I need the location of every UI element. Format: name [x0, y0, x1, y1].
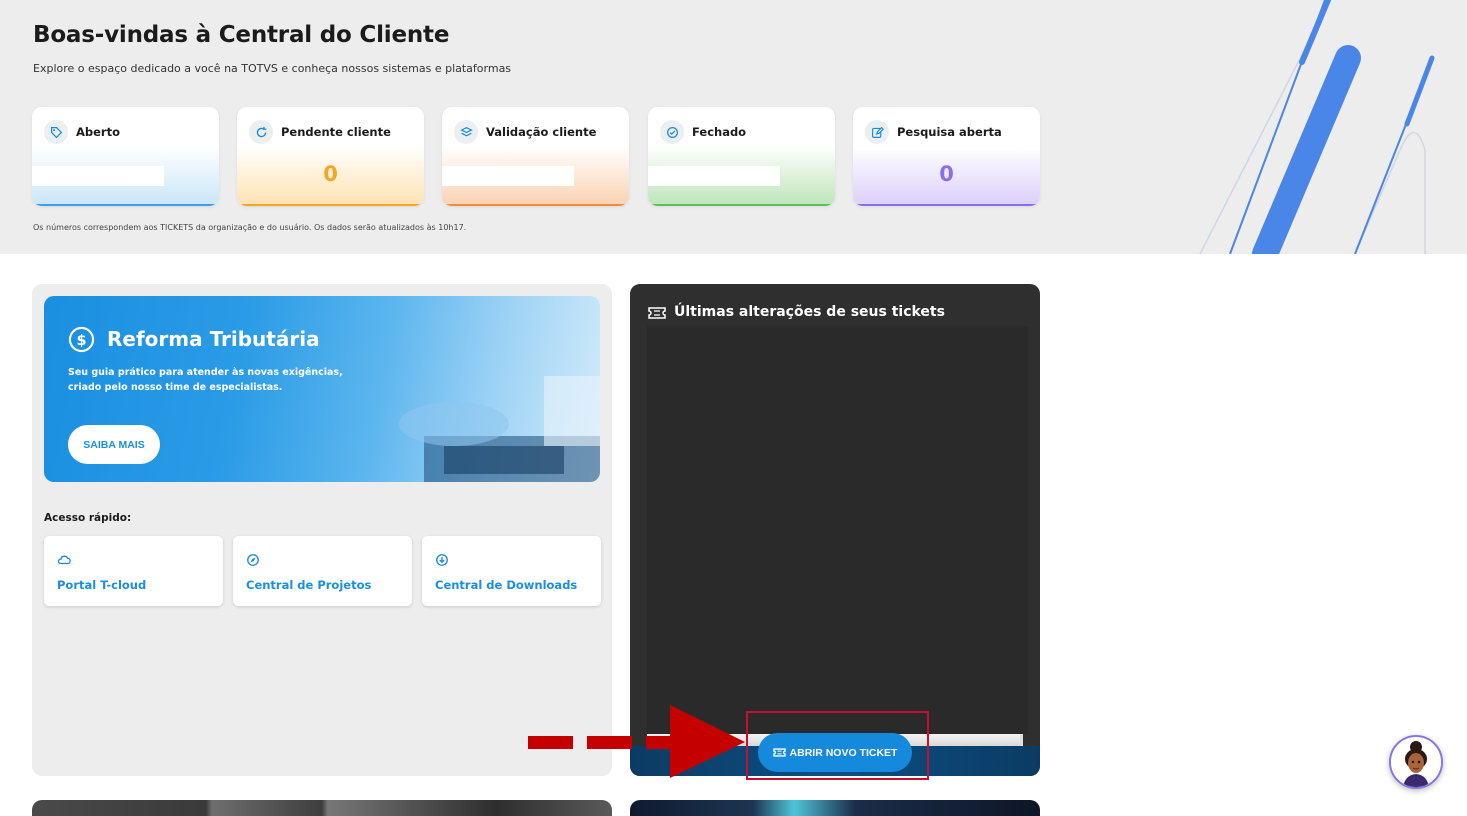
- data-update-note: Os números correspondem aos TICKETS da o…: [33, 223, 467, 232]
- layers-icon: [454, 120, 478, 144]
- stat-card-fechado[interactable]: Fechado: [648, 107, 835, 206]
- quick-access-title: Acesso rápido:: [44, 512, 132, 524]
- ticket-updates-list[interactable]: [647, 326, 1028, 734]
- decorative-lines: [1199, 0, 1435, 254]
- download-icon: [435, 552, 449, 566]
- assistant-avatar-button[interactable]: [1389, 735, 1443, 789]
- cloud-icon: [57, 552, 71, 566]
- stat-label: Aberto: [76, 125, 121, 139]
- hero-section: Boas-vindas à Central do Cliente Explore…: [0, 0, 1467, 254]
- banner-title: Reforma Tributária: [107, 327, 320, 351]
- saiba-mais-button[interactable]: SAIBA MAIS: [68, 425, 160, 464]
- assistant-avatar-icon: [1391, 737, 1441, 787]
- reforma-tributaria-banner: $ Reforma Tributária Seu guia prático pa…: [44, 296, 600, 482]
- refresh-icon: [249, 120, 273, 144]
- quick-access-central-projetos[interactable]: Central de Projetos: [233, 536, 412, 606]
- page-subtitle: Explore o espaço dedicado a você na TOTV…: [33, 62, 512, 75]
- compass-icon: [246, 552, 260, 566]
- stat-label: Pendente cliente: [281, 125, 391, 139]
- quick-access-label: Central de Projetos: [246, 578, 372, 592]
- stat-card-pesquisa-aberta[interactable]: Pesquisa aberta 0: [853, 107, 1040, 206]
- check-circle-icon: [660, 120, 684, 144]
- stat-label: Pesquisa aberta: [897, 125, 1002, 139]
- stat-value: 0: [323, 162, 338, 186]
- quick-access-central-downloads[interactable]: Central de Downloads: [422, 536, 601, 606]
- stat-value: 0: [939, 162, 954, 186]
- tickets-panel-title: Últimas alterações de seus tickets: [674, 304, 945, 320]
- ticket-icon: [648, 305, 666, 321]
- bottom-card-left: [32, 800, 612, 816]
- bottom-card-right: [630, 800, 1040, 816]
- stat-label: Fechado: [692, 125, 747, 139]
- annotation-arrow: [528, 705, 745, 778]
- quick-access-label: Portal T-cloud: [57, 578, 147, 592]
- quick-access-portal-tcloud[interactable]: Portal T-cloud: [44, 536, 223, 606]
- stat-label: Validação cliente: [486, 125, 597, 139]
- tag-icon: [44, 120, 68, 144]
- stat-card-validacao-cliente[interactable]: Validação cliente: [442, 107, 629, 206]
- svg-text:$: $: [76, 333, 86, 349]
- edit-icon: [865, 120, 889, 144]
- dollar-circle-icon: $: [68, 326, 95, 353]
- annotation-highlight-box: [746, 711, 929, 780]
- stat-card-aberto[interactable]: Aberto: [32, 107, 219, 206]
- quick-access-label: Central de Downloads: [435, 578, 578, 592]
- stat-card-pendente-cliente[interactable]: Pendente cliente 0: [237, 107, 424, 206]
- page-title: Boas-vindas à Central do Cliente: [33, 22, 450, 48]
- banner-description: Seu guia prático para atender às novas e…: [68, 367, 343, 393]
